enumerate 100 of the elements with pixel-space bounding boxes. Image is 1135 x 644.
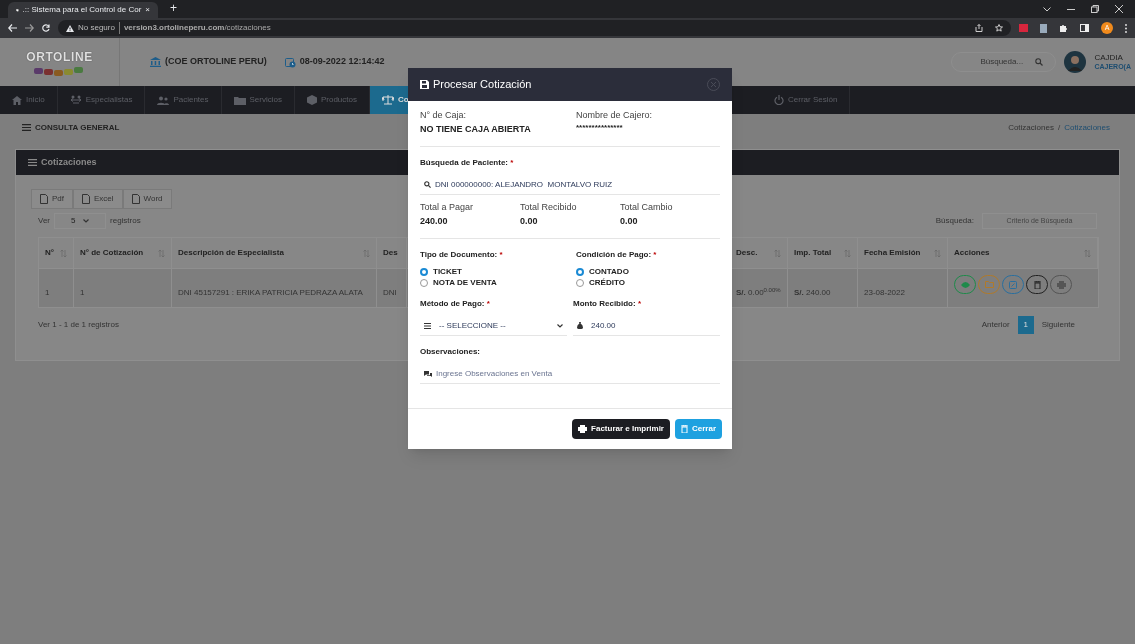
minimize-icon[interactable]: [1067, 8, 1075, 10]
search-icon: [1035, 58, 1044, 66]
reload-icon[interactable]: [42, 24, 50, 32]
page-link[interactable]: 1: [1017, 316, 1034, 334]
table-info: Ver 1 - 1 de 1 registros: [38, 319, 119, 331]
sort-icon: [158, 249, 165, 257]
folder-icon: [984, 281, 994, 288]
column-header[interactable]: Imp. Total: [788, 238, 858, 268]
trash-icon: [681, 425, 688, 433]
list-icon: [28, 159, 37, 166]
field-label: Tipo de Documento: *: [420, 249, 504, 261]
close-button[interactable]: Cerrar: [675, 419, 722, 439]
export-button[interactable]: Word: [122, 189, 172, 209]
notes-field[interactable]: Ingrese Observaciones en Venta: [420, 364, 720, 384]
amount-field[interactable]: 240.00: [573, 316, 720, 336]
field-label: Observaciones:: [420, 346, 482, 358]
restore-icon[interactable]: [1091, 5, 1099, 13]
search-label: Búsqueda:: [935, 215, 974, 227]
field-label: Monto Recibido: *: [573, 298, 642, 310]
chevron-down-icon[interactable]: [1043, 6, 1051, 12]
total-value: 0.00: [520, 214, 539, 228]
tab-close-button[interactable]: ×: [145, 4, 150, 16]
radio-label: TICKET: [433, 265, 462, 278]
previous-page-link[interactable]: Anterior: [977, 319, 1014, 331]
file-icon: [82, 194, 90, 204]
new-tab-button[interactable]: +: [170, 0, 177, 17]
company-name: (COE ORTOLINE PERU): [165, 55, 267, 69]
modal-title: Procesar Cotización: [433, 77, 532, 93]
patient-search-field[interactable]: DNI 000000000: ALEJANDRO MONTALVO RUIZ: [420, 175, 720, 195]
puzzle-icon[interactable]: [1059, 23, 1068, 33]
sort-icon: [844, 249, 851, 257]
edit-icon: [1009, 280, 1017, 289]
export-button[interactable]: Excel: [73, 189, 123, 209]
print-icon: [1056, 280, 1066, 289]
breadcrumb-separator: /: [1057, 121, 1061, 134]
warning-icon: [66, 24, 74, 32]
total-label: Total Cambio: [620, 201, 674, 214]
radio-button[interactable]: [420, 267, 428, 276]
side-panel-icon[interactable]: [1080, 24, 1089, 32]
column-header[interactable]: Fecha Emisión: [858, 238, 948, 268]
logo-text: ORTOLINE: [26, 49, 93, 66]
field-label: Método de Pago: *: [420, 298, 491, 310]
user-name: CAJDIA: [1094, 52, 1124, 63]
column-header[interactable]: Acciones: [948, 238, 1098, 268]
table-cell: 23-08-2022: [864, 288, 905, 297]
length-label: registros: [110, 215, 141, 227]
trash-icon: [1033, 280, 1041, 289]
share-icon[interactable]: [975, 24, 983, 32]
field-label: Búsqueda de Paciente: *: [420, 157, 515, 169]
page-length-select[interactable]: 5: [54, 213, 106, 229]
calendar-clock-icon: [284, 56, 296, 68]
extension-icon[interactable]: [1040, 23, 1047, 33]
eye-icon: [960, 281, 970, 288]
breadcrumb-link[interactable]: Cotizaciones: [1008, 121, 1054, 134]
users-icon: [157, 95, 170, 105]
field-value: ***************: [576, 122, 624, 133]
sort-icon: [934, 249, 941, 257]
print-icon: [578, 425, 588, 433]
column-header[interactable]: Des: [377, 238, 407, 268]
date-time: 08-09-2022 12:14:42: [299, 55, 385, 69]
table-cell: 1: [80, 288, 85, 297]
chevron-down-icon: [83, 219, 90, 223]
column-header[interactable]: Descripción de Especialista: [172, 238, 377, 268]
home-icon: [12, 95, 22, 105]
star-icon[interactable]: [995, 24, 1003, 32]
export-button[interactable]: Pdf: [31, 189, 73, 209]
nav-label: Co: [398, 94, 409, 106]
column-header[interactable]: N° de Cotización: [74, 238, 172, 268]
list-icon: [22, 124, 31, 131]
money-bag-icon: [577, 322, 583, 329]
column-header[interactable]: N°: [39, 238, 74, 268]
payment-method-select[interactable]: -- SELECCIONE --: [420, 316, 567, 336]
total-value: 240.00: [420, 214, 449, 228]
colored-blocks-drawing: [33, 66, 86, 76]
length-label: Ver: [38, 215, 50, 227]
comments-icon: [424, 371, 432, 377]
field-label: Condición de Pago: *: [576, 249, 658, 261]
address-bar[interactable]: No seguro version3.ortolineperu.com/cotizaciones: [58, 20, 1011, 36]
next-page-link[interactable]: Siguiente: [1037, 319, 1079, 331]
file-icon: [131, 194, 140, 204]
total-label: Total a Pagar: [420, 201, 475, 214]
browser-tab[interactable]: .:: Sistema para el Control de Cor ×: [8, 2, 158, 18]
forward-icon[interactable]: [25, 24, 34, 32]
radio-button[interactable]: [576, 267, 584, 276]
print-button[interactable]: Facturar e Imprimir: [572, 419, 670, 439]
search-icon: [424, 181, 431, 188]
panel-title: Cotizaciones: [41, 155, 97, 169]
field-label: N° de Caja:: [420, 109, 468, 122]
sort-icon: [774, 249, 781, 257]
field-value: NO TIENE CAJA ABIERTA: [420, 122, 532, 136]
back-icon[interactable]: [8, 24, 17, 32]
tab-title: .:: Sistema para el Control de Cor: [22, 4, 142, 16]
search-field[interactable]: Búsqueda...: [951, 52, 1057, 72]
sort-icon: [60, 249, 67, 257]
radio-label: CRÉDITO: [589, 276, 625, 289]
sort-icon: [1084, 249, 1091, 257]
save-icon: [420, 80, 429, 89]
user-avatar[interactable]: [1064, 51, 1087, 73]
file-icon: [40, 194, 48, 204]
total-value: 0.00: [620, 214, 639, 228]
